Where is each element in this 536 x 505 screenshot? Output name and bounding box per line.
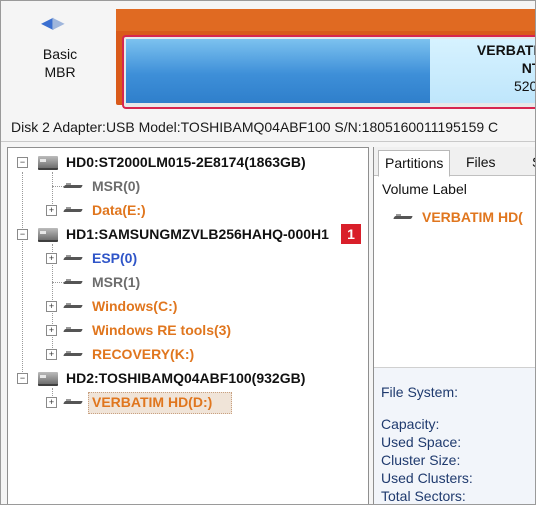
volume-row[interactable]: VERBATIM HD( xyxy=(394,209,523,225)
partition-icon xyxy=(64,183,84,191)
partition-icon xyxy=(64,255,84,263)
expand-icon[interactable]: + xyxy=(46,301,57,312)
partition-icon xyxy=(64,399,84,407)
tree-partition-label: Data(E:) xyxy=(92,202,146,218)
tree-partition-msr0[interactable]: MSR(0) xyxy=(8,174,368,198)
tab-partitions[interactable]: Partitions xyxy=(378,150,451,177)
volume-label-value: VERBATIM HD( xyxy=(422,209,523,225)
tree-disk-hd1[interactable]: − HD1:SAMSUNGMZVLB256HAHQ-000H1 xyxy=(8,222,368,246)
total-sectors-label: Total Sectors: xyxy=(381,488,466,504)
used-clusters-label: Used Clusters: xyxy=(381,470,473,486)
tab-strip: Partitions Files S xyxy=(374,147,535,177)
expand-icon[interactable]: + xyxy=(46,325,57,336)
tree-disk-label: HD0:ST2000LM015-2E8174(1863GB) xyxy=(66,154,306,170)
tree-partition-data[interactable]: + Data(E:) xyxy=(8,198,368,222)
tree-partition-label: MSR(0) xyxy=(92,178,141,194)
tree-partition-label: Windows RE tools(3) xyxy=(92,322,232,338)
partition-icon xyxy=(64,207,84,215)
tree-partition-verbatim[interactable]: + VERBATIM HD(D:) xyxy=(8,390,368,414)
tree-partition-label: RECOVERY(K:) xyxy=(92,346,195,362)
collapse-icon[interactable]: − xyxy=(17,229,28,240)
hard-disk-icon xyxy=(38,372,58,386)
disk-nav: ◀▶ xyxy=(41,13,65,33)
tree-partition-label: VERBATIM HD(D:) xyxy=(92,394,213,410)
tree-line xyxy=(52,282,64,283)
tree-partition-esp[interactable]: + ESP(0) xyxy=(8,246,368,270)
partition-details: File System: Capacity: Used Space: Clust… xyxy=(374,367,535,504)
cluster-size-label: Cluster Size: xyxy=(381,452,461,468)
expand-icon[interactable]: + xyxy=(46,253,57,264)
tree-disk-label: HD1:SAMSUNGMZVLB256HAHQ-000H1 xyxy=(66,226,329,242)
collapse-icon[interactable]: − xyxy=(17,373,28,384)
tree-partition-msr1[interactable]: MSR(1) xyxy=(8,270,368,294)
disk-type-mbr: MBR xyxy=(44,64,76,80)
disk-info-bar: Disk 2 Adapter:USB Model:TOSHIBAMQ04ABF1… xyxy=(1,113,535,142)
file-system-label: File System: xyxy=(381,384,459,400)
disk-bar[interactable]: VERBATIM NTF 520.4 xyxy=(116,9,535,109)
callout-badge: 1 xyxy=(341,224,361,244)
disk-bar-header xyxy=(116,9,535,31)
tree-partition-windows-re[interactable]: + Windows RE tools(3) xyxy=(8,318,368,342)
partition-block-text: VERBATIM NTF 520.4 xyxy=(429,41,535,95)
tree-disk-label: HD2:TOSHIBAMQ04ABF100(932GB) xyxy=(66,370,306,386)
disk-manager-window: ◀▶ Basic MBR VERBATIM NTF 520.4 Disk 2 A… xyxy=(0,0,536,505)
partition-icon xyxy=(64,351,84,359)
partition-icon xyxy=(64,327,84,335)
hard-disk-icon xyxy=(38,228,58,242)
disk-type-basic: Basic xyxy=(42,46,78,62)
expand-icon[interactable]: + xyxy=(46,349,57,360)
used-space-label: Used Space: xyxy=(381,434,462,450)
arrow-right-icon[interactable]: ▶ xyxy=(52,13,64,33)
tree-partition-label: Windows(C:) xyxy=(92,298,178,314)
tree-partition-label: ESP(0) xyxy=(92,250,138,266)
partition-block-name: VERBATIM xyxy=(476,42,535,58)
partition-icon xyxy=(394,214,414,222)
expand-icon[interactable]: + xyxy=(46,205,57,216)
tree-disk-hd2[interactable]: − HD2:TOSHIBAMQ04ABF100(932GB) xyxy=(8,366,368,390)
tree-partition-windows[interactable]: + Windows(C:) xyxy=(8,294,368,318)
column-header-volume-label[interactable]: Volume Label xyxy=(382,181,467,197)
tree-partition-recovery[interactable]: + RECOVERY(K:) xyxy=(8,342,368,366)
partition-icon xyxy=(64,279,84,287)
used-space-bar xyxy=(126,39,430,103)
partition-icon xyxy=(64,303,84,311)
collapse-icon[interactable]: − xyxy=(17,157,28,168)
disk-type-label: Basic MBR xyxy=(31,45,89,81)
expand-icon[interactable]: + xyxy=(46,397,57,408)
hard-disk-icon xyxy=(38,156,58,170)
tree-disk-hd0[interactable]: − HD0:ST2000LM015-2E8174(1863GB) xyxy=(8,150,368,174)
disk-tree: − HD0:ST2000LM015-2E8174(1863GB) MSR(0) … xyxy=(7,147,369,504)
details-pane: Partitions Files S Volume Label VERBATIM… xyxy=(373,147,535,504)
tab-files[interactable]: Files xyxy=(460,150,502,175)
disk-map: ◀▶ Basic MBR VERBATIM NTF 520.4 xyxy=(1,1,535,113)
arrow-left-icon[interactable]: ◀ xyxy=(41,13,53,33)
tab-sector-editor[interactable]: S xyxy=(526,150,535,175)
tree-line xyxy=(52,186,64,187)
partition-block-fs: NTF xyxy=(521,60,535,76)
partition-block-verbatim[interactable]: VERBATIM NTF 520.4 xyxy=(122,35,535,109)
capacity-label: Capacity: xyxy=(381,416,440,432)
tree-partition-label: MSR(1) xyxy=(92,274,141,290)
partition-block-size: 520.4 xyxy=(513,78,535,94)
